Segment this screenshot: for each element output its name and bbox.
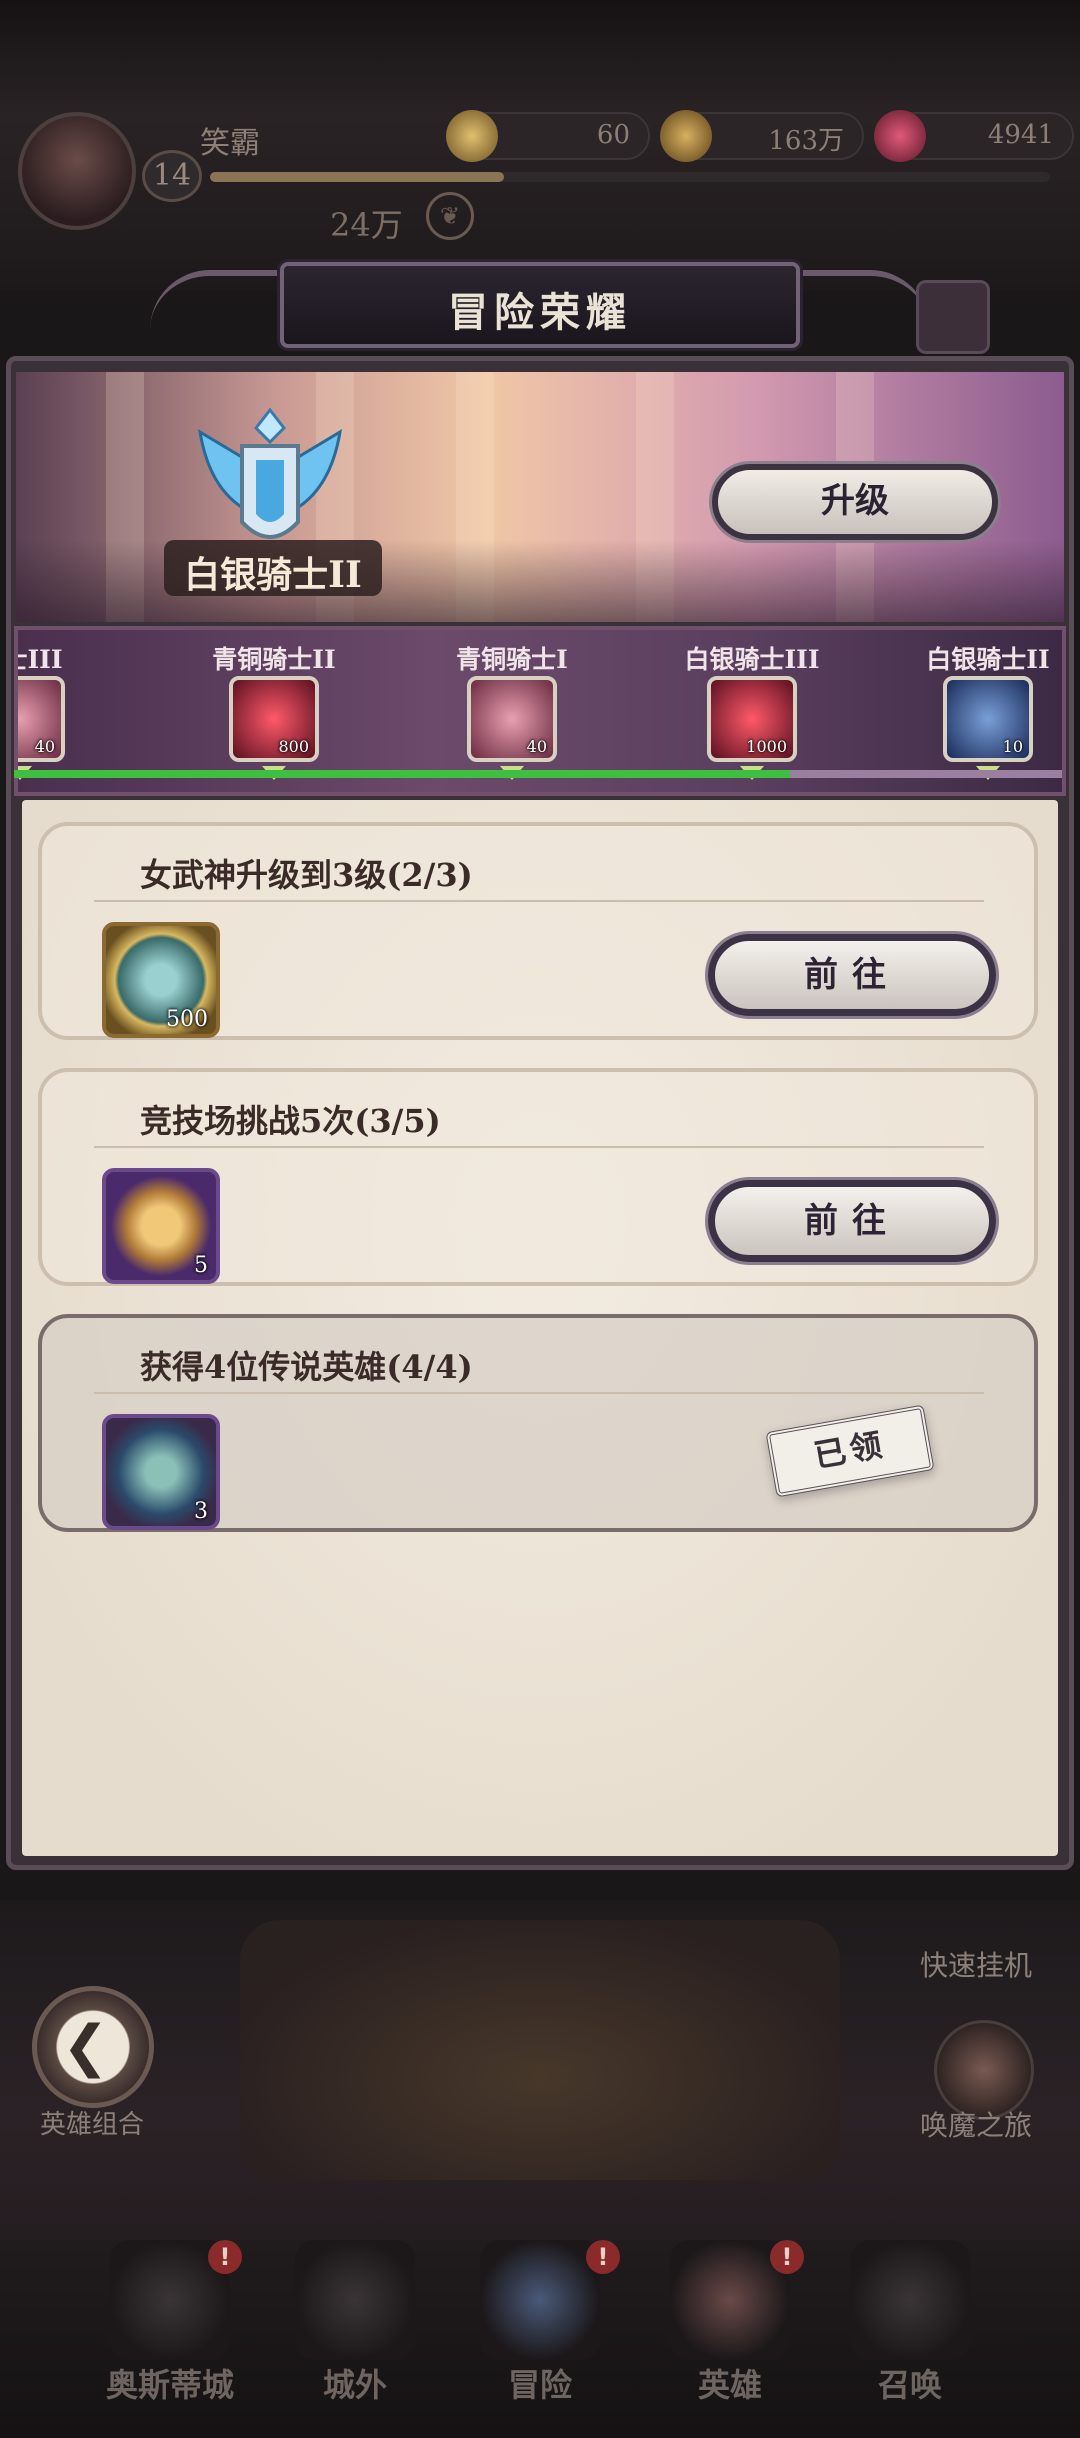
arena-ticket-icon[interactable]: 5 [102,1168,220,1284]
resource-gold[interactable]: 163万 [660,110,864,162]
scroll-icon: 10 [943,676,1033,762]
milestone-reward-qty: 1000 [746,737,787,756]
nav-city[interactable]: ! 奥斯蒂城 [80,2240,260,2438]
milestone-progress-track [14,770,1062,778]
silver-knight-emblem-icon [197,407,343,539]
resource-stamina-value: 60 [596,120,630,150]
task-card: 女武神升级到3级(2/3) 500 前往 [38,822,1038,1040]
milestone-reward-qty: 40 [34,737,55,756]
alert-badge-icon: ! [208,2240,242,2274]
exp-bar-fill [210,172,504,182]
milestone-reward-qty: 800 [278,737,309,756]
gold-coin-icon [660,110,712,162]
resource-gem[interactable]: 4941 [874,110,1074,162]
stamina-crystal-icon [446,110,498,162]
task-reward-qty: 5 [194,1253,208,1278]
task-card: 获得4位传说英雄(4/4) 3 已领 [38,1314,1038,1532]
task-reward-qty: 500 [166,1007,208,1032]
alert-badge-icon: ! [586,2240,620,2274]
treasure-chest-image [240,1920,840,2180]
nav-summon[interactable]: 召唤 [820,2240,1000,2438]
milestone-rank-label: 骑士III [18,645,63,674]
task-reward-qty: 3 [194,1499,208,1524]
resource-stamina[interactable]: 60 [446,110,650,162]
milestone-rank-label: 青铜骑士II [212,645,336,674]
nav-adventure[interactable]: ! 冒险 [450,2240,630,2438]
task-divider [94,1146,984,1148]
task-card: 竞技场挑战5次(3/5) 5 前往 [38,1068,1038,1286]
ship-icon [295,2240,415,2360]
laurel-icon: ❦ [426,192,474,240]
milestone-rank-label: 青铜骑士I [456,645,568,674]
red-gem-icon: 1000 [707,676,797,762]
nav-hero[interactable]: ! 英雄 [640,2240,820,2438]
task-title: 获得4位传说英雄(4/4) [140,1348,473,1386]
nav-label: 英雄 [697,2366,762,2404]
nav-label: 召唤 [877,2366,942,2404]
panel-title: 冒险荣耀 [448,289,632,336]
scroll-icon[interactable]: 3 [102,1414,220,1530]
portal-icon [480,2240,600,2360]
title-ornament-left [150,270,290,356]
resource-gem-value: 4941 [987,120,1054,150]
exp-bar [210,172,1050,182]
valkyrie-coin-icon[interactable]: 500 [102,922,220,1038]
red-gem-icon: 800 [229,676,319,762]
nav-label: 城外 [322,2366,387,2404]
current-rank-name: 白银骑士II [184,554,362,596]
upgrade-button[interactable]: 升级 [712,464,998,540]
alert-badge-icon: ! [770,2240,804,2274]
resource-gold-value: 163万 [768,126,844,156]
milestone-rank-label: 白银骑士III [684,645,820,674]
hero-combination-label: 英雄组合 [40,2110,145,2140]
player-name: 笑霸 [200,126,260,161]
task-divider [94,1392,984,1394]
nav-label: 奥斯蒂城 [105,2366,234,2404]
hero-shard-icon: 40 [18,676,65,762]
player-avatar[interactable] [18,112,136,230]
back-arrow-icon: ❮ [62,2014,109,2079]
go-button[interactable]: 前往 [708,934,996,1016]
go-button[interactable]: 前往 [708,1180,996,1262]
quick-idle-button[interactable]: 快速挂机 [920,1944,1032,1984]
nav-outskirts[interactable]: 城外 [265,2240,445,2438]
hero-shard-icon: 40 [467,676,557,762]
task-divider [94,900,984,902]
event-icon[interactable] [916,280,990,354]
task-title: 竞技场挑战5次(3/5) [140,1102,441,1140]
milestone-progress-fill [14,770,790,778]
milestone-reward-qty: 10 [1002,737,1023,756]
power-value: 24万 [330,206,403,244]
milestone-rank-label: 白银骑士II [926,645,1050,674]
summon-statue-icon [850,2240,970,2360]
nav-label: 冒险 [507,2366,572,2404]
red-gem-icon [874,110,926,162]
claimed-stamp: 已领 [765,1404,935,1498]
player-level-badge: 14 [142,150,202,202]
summon-journey-label: 唤魔之旅 [920,2109,1033,2142]
milestone-reward-qty: 40 [526,737,547,756]
task-title: 女武神升级到3级(2/3) [140,856,473,894]
